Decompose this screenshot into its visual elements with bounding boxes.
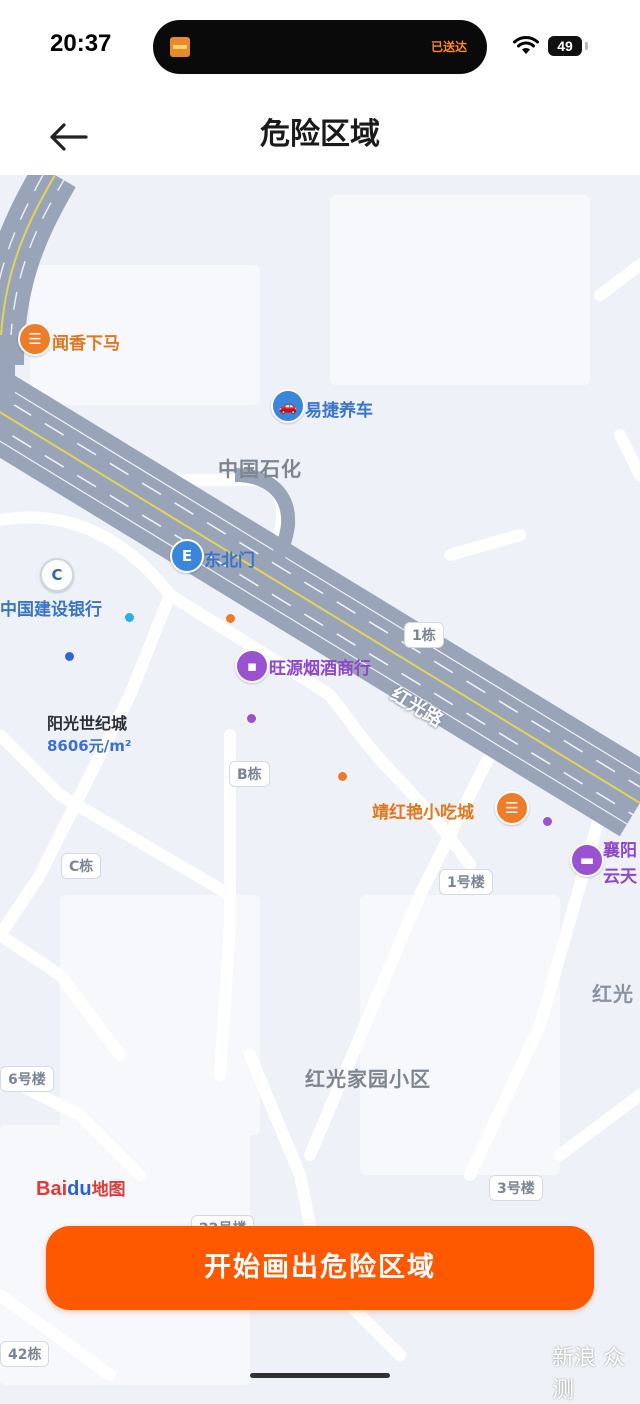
battery-icon: 49 [548, 36, 582, 56]
map-view[interactable]: 中国石化 红光家园小区 红光路 红光 ☰ 闻香下马 🚗 易捷养车 E 东北门 C… [0, 175, 640, 1386]
poi-wenxiang[interactable]: 闻香下马 [52, 329, 120, 354]
poi-dot[interactable] [65, 652, 74, 661]
road-label-hongguang-right: 红光 [592, 982, 634, 1006]
poi-dongbeimen[interactable]: 东北门 [204, 546, 255, 571]
building-tag-1hao: 1号楼 [439, 869, 493, 895]
poi-jinghong[interactable]: 靖红艳小吃城 [372, 798, 474, 823]
building-tag-c: C栋 [61, 853, 102, 879]
battery-tip [585, 42, 588, 50]
package-icon [170, 37, 190, 57]
snack-pin-icon[interactable]: ☰ [495, 791, 529, 825]
poi-dot[interactable] [247, 714, 256, 723]
watermark: 新浪 众测 [552, 1346, 625, 1403]
car-service-pin-icon[interactable]: 🚗 [271, 389, 305, 423]
dynamic-island[interactable]: 已送达 [153, 20, 487, 74]
nav-bar: 危险区域 [0, 95, 640, 175]
poi-wangyuan[interactable]: 旺源烟酒商行 [269, 654, 371, 679]
area-label-community: 红光家园小区 [305, 1067, 431, 1091]
poi-xiangyang-1[interactable]: 襄阳 [603, 836, 637, 861]
poi-yangguang[interactable]: 阳光世纪城 [47, 710, 127, 734]
building-tag-b: B栋 [229, 761, 270, 787]
poi-yijie[interactable]: 易捷养车 [305, 396, 373, 421]
status-time: 20:37 [50, 30, 112, 57]
bank-pin-icon[interactable]: C [40, 558, 74, 592]
area-label-sinopec: 中国石化 [218, 457, 302, 481]
shop-pin-icon[interactable]: ▪ [235, 649, 269, 683]
poi-ccb[interactable]: 中国建设银行 [0, 595, 102, 620]
hotel-pin-icon[interactable]: ▬ [570, 843, 604, 877]
building-tag-3hao: 3号楼 [489, 1175, 543, 1201]
poi-xiangyang-2[interactable]: 云天 [603, 862, 637, 887]
map-base [0, 175, 640, 1385]
building-tag-6hao: 6号楼 [0, 1066, 54, 1092]
baidu-map-logo: Baidu地图 [36, 1178, 126, 1200]
restaurant-pin-icon[interactable]: ☰ [18, 322, 52, 356]
home-indicator[interactable] [250, 1373, 390, 1378]
building-tag-1: 1栋 [404, 622, 444, 648]
poi-dot[interactable] [338, 772, 347, 781]
poi-dot[interactable] [226, 614, 235, 623]
poi-dot[interactable] [543, 817, 552, 826]
status-bar: 20:37 已送达 49 [0, 0, 640, 95]
poi-yangguang-price: 8606元/m² [47, 737, 132, 755]
wifi-icon [513, 36, 539, 54]
building-tag-42: 42栋 [0, 1341, 50, 1367]
poi-dot[interactable] [125, 613, 134, 622]
delivery-status: 已送达 [430, 40, 467, 54]
page-title: 危险区域 [260, 117, 380, 152]
gate-pin-icon[interactable]: E [170, 539, 204, 573]
start-drawing-button[interactable]: 开始画出危险区域 [46, 1226, 594, 1310]
